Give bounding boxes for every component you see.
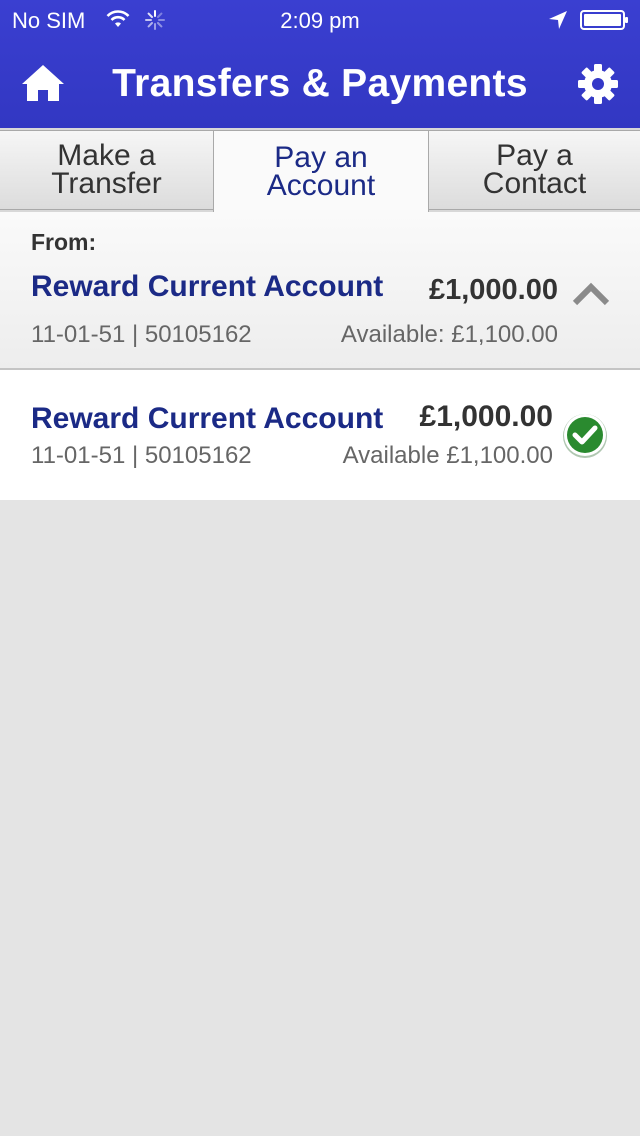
app-screen: No SIM 2:09 pm Transfers & Payments Make…	[0, 0, 640, 1136]
check-icon	[563, 414, 607, 458]
account-name: Reward Current Account	[31, 402, 384, 435]
from-account-selector[interactable]: From: Reward Current Account £1,000.00 1…	[0, 212, 640, 370]
from-sort-code-account-number: 11-01-51 | 50105162	[31, 321, 252, 348]
chevron-up-icon[interactable]	[572, 282, 610, 306]
tab-label-line1: Pay an	[274, 140, 368, 174]
gear-icon[interactable]	[576, 62, 620, 106]
page-title: Transfers & Payments	[112, 62, 528, 105]
empty-area	[0, 500, 640, 1136]
tab-label-line2: Account	[266, 168, 376, 202]
account-sort-code-number: 11-01-51 | 50105162	[31, 442, 252, 469]
from-account-name: Reward Current Account	[31, 270, 384, 303]
tab-bar: Make a Transfer Pay an Account Pay a Con…	[0, 128, 640, 212]
location-icon	[549, 11, 567, 29]
tab-make-a-transfer[interactable]: Make a Transfer	[0, 130, 214, 210]
home-icon[interactable]	[20, 60, 66, 106]
account-balance: £1,000.00	[419, 400, 553, 433]
status-time: 2:09 pm	[280, 8, 360, 33]
nav-bar: Transfers & Payments	[0, 40, 640, 128]
list-item[interactable]: Reward Current Account £1,000.00 11-01-5…	[0, 370, 640, 500]
account-available-balance: Available £1,100.00	[342, 442, 553, 469]
battery-icon	[580, 10, 628, 30]
tab-pay-an-account[interactable]: Pay an Account	[213, 130, 429, 212]
header: No SIM 2:09 pm Transfers & Payments	[0, 0, 640, 128]
tab-label-line2: Transfer	[51, 167, 162, 200]
tab-label-line1: Pay a	[496, 139, 573, 172]
tab-pay-a-contact[interactable]: Pay a Contact	[428, 130, 640, 210]
from-account-balance: £1,000.00	[428, 274, 558, 306]
tab-label-line1: Make a	[57, 139, 156, 172]
tab-label-line2: Contact	[482, 167, 587, 200]
from-label: From:	[31, 229, 97, 255]
status-bar: No SIM 2:09 pm	[0, 0, 640, 40]
from-available-balance: Available: £1,100.00	[340, 321, 558, 348]
